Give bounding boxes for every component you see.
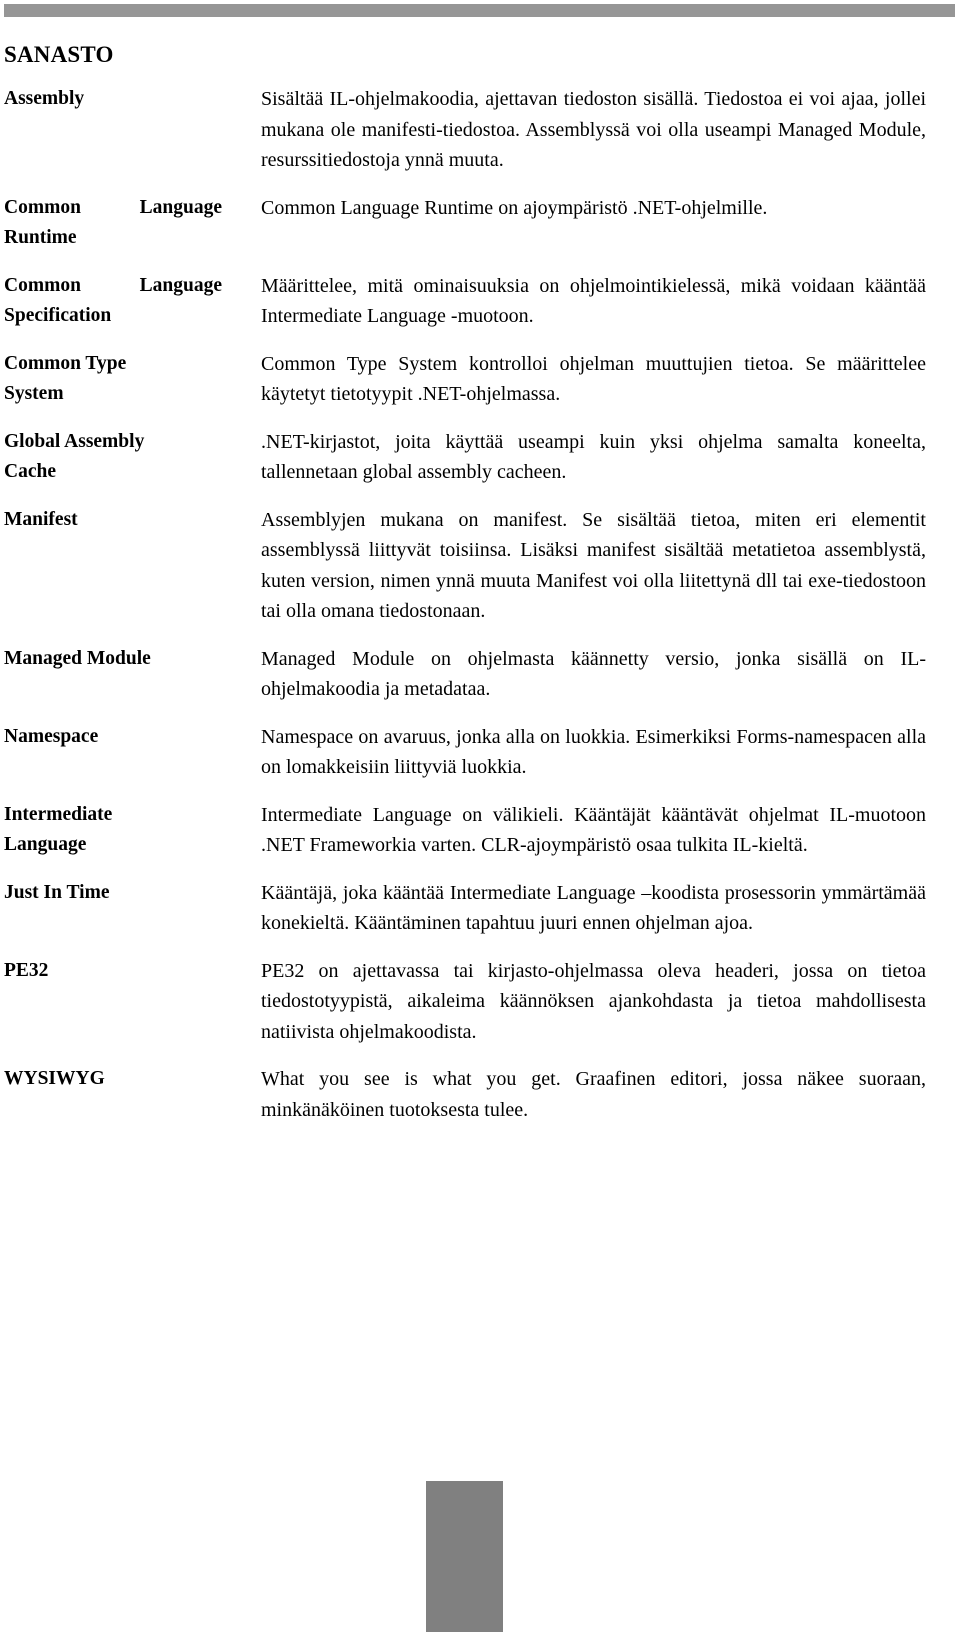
glossary-definition: Common Type System kontrolloi ohjelman m…	[261, 352, 926, 406]
glossary-term: Intermediate Language	[0, 800, 222, 861]
glossary-entry: Common Language Runtime Common Language Ru…	[0, 193, 960, 254]
glossary-term-line: Common Type	[4, 352, 127, 374]
glossary-entry: PE32 PE32 on ajettavassa tai kirjasto-ohj…	[0, 956, 960, 1048]
glossary-entry: Common Language Specification Määrittelee,…	[0, 271, 960, 332]
glossary-entry: Assembly Sisältää IL-ohjelmakoodia, ajett…	[0, 84, 960, 176]
glossary-term-line: Cache	[4, 461, 56, 482]
glossary-term-line: Common Language	[4, 196, 222, 218]
glossary-term: Manifest	[0, 505, 222, 536]
top-rule-decoration	[4, 4, 955, 17]
glossary-term: Namespace	[0, 722, 222, 753]
glossary-term-line: Specification	[4, 305, 112, 326]
glossary-definition: Määrittelee, mitä ominaisuuksia on ohjel…	[261, 274, 926, 328]
glossary-entry: Global Assembly Cache .NET-kirjastot, joit…	[0, 427, 960, 488]
glossary-entry: Manifest Assemblyjen mukana on manifest. …	[0, 505, 960, 627]
glossary-term-line: WYSIWYG	[4, 1068, 105, 1089]
glossary-term-line: System	[4, 383, 64, 404]
glossary-list: Assembly Sisältää IL-ohjelmakoodia, ajett…	[0, 84, 960, 1142]
glossary-term: Global Assembly Cache	[0, 427, 222, 488]
glossary-definition: Namespace on avaruus, jonka alla on luok…	[261, 725, 926, 779]
glossary-entry: Namespace Namespace on avaruus, jonka all…	[0, 722, 960, 783]
glossary-definition: Kääntäjä, joka kääntää Intermediate Lang…	[261, 881, 926, 935]
glossary-term-line: Namespace	[4, 725, 99, 747]
glossary-term-line: Global Assembly	[4, 430, 145, 452]
glossary-term: Managed Module	[0, 644, 222, 675]
glossary-definition: What you see is what you get. Graafinen …	[261, 1068, 926, 1121]
glossary-entry: Intermediate Language Intermediate Languag…	[0, 800, 960, 861]
glossary-term: WYSIWYG	[0, 1064, 222, 1095]
glossary-term: Assembly	[0, 84, 222, 115]
glossary-term-line: Intermediate	[4, 803, 113, 825]
glossary-entry: Common Type System Common Type System kont…	[0, 349, 960, 410]
glossary-term-line: Managed Module	[4, 647, 151, 669]
glossary-term-line: Common Language	[4, 274, 222, 296]
glossary-definition: Sisältää IL-ohjelmakoodia, ajettavan tie…	[261, 88, 926, 171]
glossary-definition: Intermediate Language on välikieli. Kään…	[261, 803, 926, 857]
glossary-term: Common Language Specification	[0, 271, 222, 332]
glossary-term-line: Assembly	[4, 88, 85, 109]
glossary-entry: Managed Module Managed Module on ohjelmas…	[0, 644, 960, 705]
glossary-term-line: PE32	[4, 959, 49, 981]
glossary-term: PE32	[0, 956, 222, 987]
glossary-entry: WYSIWYG What you see is what you get. Gra…	[0, 1064, 960, 1125]
glossary-term: Common Type System	[0, 349, 222, 410]
glossary-term: Just In Time	[0, 878, 222, 909]
glossary-definition: Managed Module on ohjelmasta käännetty v…	[261, 647, 926, 701]
glossary-definition: Common Language Runtime on ajoympäristö …	[261, 196, 768, 219]
glossary-term: Common Language Runtime	[0, 193, 222, 254]
glossary-definition: .NET-kirjastot, joita käyttää useampi ku…	[261, 430, 926, 484]
glossary-definition: PE32 on ajettavassa tai kirjasto-ohjelma…	[261, 959, 926, 1043]
glossary-term-line: Runtime	[4, 227, 77, 248]
glossary-definition: Assemblyjen mukana on manifest. Se sisäl…	[261, 508, 926, 623]
glossary-term-line: Just In Time	[4, 881, 110, 903]
document-page: SANASTO Assembly Sisältää IL-ohjelmakoodi…	[0, 0, 960, 1632]
bottom-gray-block-decoration	[426, 1481, 503, 1632]
page-title: SANASTO	[4, 42, 114, 68]
glossary-entry: Just In Time Kääntäjä, joka kääntää Inter…	[0, 878, 960, 939]
glossary-term-line: Language	[4, 834, 87, 855]
glossary-term-line: Manifest	[4, 508, 78, 530]
